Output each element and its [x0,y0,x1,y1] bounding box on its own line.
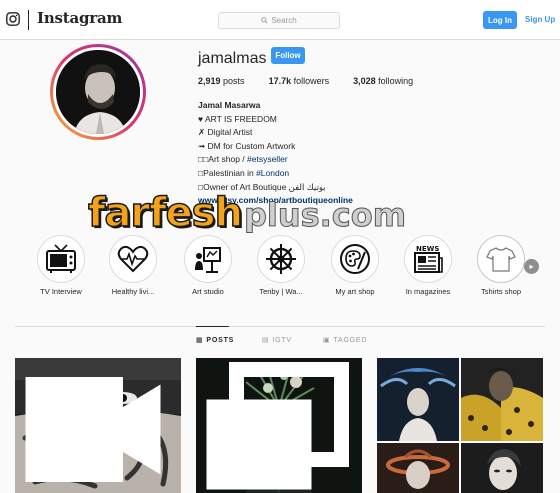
highlight-label: Healthy livi... [111,287,155,296]
tshirt-icon [486,247,516,272]
highlight-label: Tenby | Wa... [259,287,303,296]
signup-link[interactable]: Sign Up [525,15,555,24]
avatar[interactable] [53,47,143,137]
bio-line: □Palestinian in #London [198,167,353,181]
ship-wheel-icon [266,244,296,274]
highlight-tenby-wales[interactable]: Tenby | Wa... [246,235,316,296]
post-thumbnail[interactable] [196,358,362,493]
profile-avatar-story-ring[interactable] [50,44,146,140]
highlight-art-studio[interactable]: Art studio [173,235,243,296]
followers-stat-label: followers [293,76,330,86]
bio-line: ➟ DM for Custom Artwork [198,140,296,151]
bio-line: □□Art shop / #etsyseller [198,153,353,167]
carousel-icon [206,362,349,490]
highlight-label: Art studio [192,287,224,296]
newspaper-icon: NEWS [414,245,443,273]
highlight-cover[interactable] [331,235,379,283]
highlight-cover[interactable] [109,235,157,283]
heart-pulse-icon [117,245,149,273]
collage-tile [461,443,543,493]
grid-icon: ▦ [196,337,204,344]
followers-stat[interactable]: 17.7k followers [269,76,330,86]
palette-icon [340,244,370,274]
watermark-main-text: farfesh [87,189,243,237]
highlight-cover[interactable] [184,235,232,283]
collage-image [461,443,543,493]
search-icon [261,17,268,24]
highlight-cover[interactable] [37,235,85,283]
following-count: 3,028 [353,76,376,86]
highlight-cover[interactable] [257,235,305,283]
watermark-plus-text: plus.com [243,196,407,235]
profile-username: jamalmas [198,50,267,67]
chevron-right-icon[interactable]: ▸ [524,259,539,274]
highlight-in-magazines[interactable]: NEWS In magazines [393,235,463,296]
highlight-tv-interview[interactable]: TV Interview [26,235,96,296]
highlight-label: My art shop [335,287,375,296]
highlight-label: TV Interview [40,287,82,296]
highlight-healthy-living[interactable]: Healthy livi... [98,235,168,296]
collage-tile [377,443,459,493]
tab-tagged[interactable]: ▣ TAGGED [323,336,368,345]
tab-posts[interactable]: ▦ POSTS [196,336,235,345]
following-stat[interactable]: 3,028 following [353,76,413,86]
easel-icon [195,247,221,273]
tabs-divider [15,326,545,327]
highlight-my-art-shop[interactable]: My art shop [320,235,390,296]
top-navigation-bar: Instagram Search Log In Sign Up [0,0,560,40]
collage-tile [377,358,459,441]
profile-stats: 2,919 posts 17.7k followers 3,028 follow… [198,76,437,86]
collage-image [461,358,543,441]
avatar-photo [56,50,140,134]
hashtag-link[interactable]: #London [256,168,289,178]
posts-count: 2,919 [198,76,221,86]
instagram-wordmark[interactable]: Instagram [37,9,122,27]
collage-image [377,443,459,493]
bio-line: ♥ ART IS FREEDOM [198,113,277,124]
highlight-cover[interactable]: NEWS [404,235,452,283]
tab-igtv[interactable]: ▤ IGTV [262,336,292,345]
search-placeholder: Search [271,16,297,25]
profile-full-name: Jamal Masarwa [198,100,261,110]
post-thumbnail[interactable] [15,358,181,493]
tv-icon [46,244,76,273]
post-thumbnail[interactable] [377,358,543,493]
posts-stat: 2,919 posts [198,76,245,86]
svg-text:NEWS: NEWS [416,245,439,253]
followers-count: 17.7k [268,76,292,86]
tab-label: TAGGED [333,336,368,344]
bio-text: □□Art shop / [198,154,248,165]
logo-divider [28,10,29,30]
avatar-portrait-image [56,50,140,134]
follow-button[interactable]: Follow [271,47,305,64]
tab-label: IGTV [272,336,292,344]
search-input[interactable]: Search [218,12,340,29]
collage-tile [461,358,543,441]
video-icon [25,377,161,482]
highlight-label: In magazines [405,287,451,296]
bio-line: ✗ Digital Artist [198,127,253,138]
tagged-icon: ▣ [323,337,331,344]
tab-label: POSTS [206,336,235,344]
story-highlights: TV Interview Healthy livi... Art studio [0,235,560,305]
bio-text: □Palestinian in [198,167,257,178]
active-tab-indicator [196,326,229,327]
highlight-label: Tshirts shop [480,287,522,296]
instagram-glyph-icon[interactable] [6,12,20,26]
farfeshplus-watermark: farfesh plus.com [87,189,407,240]
login-button[interactable]: Log In [483,11,517,29]
following-stat-label: following [378,76,414,86]
highlight-cover[interactable] [477,235,525,283]
hashtag-link[interactable]: #etsyseller [247,154,288,164]
collage-image [377,358,459,441]
igtv-icon: ▤ [262,337,270,344]
posts-stat-label: posts [223,76,245,86]
